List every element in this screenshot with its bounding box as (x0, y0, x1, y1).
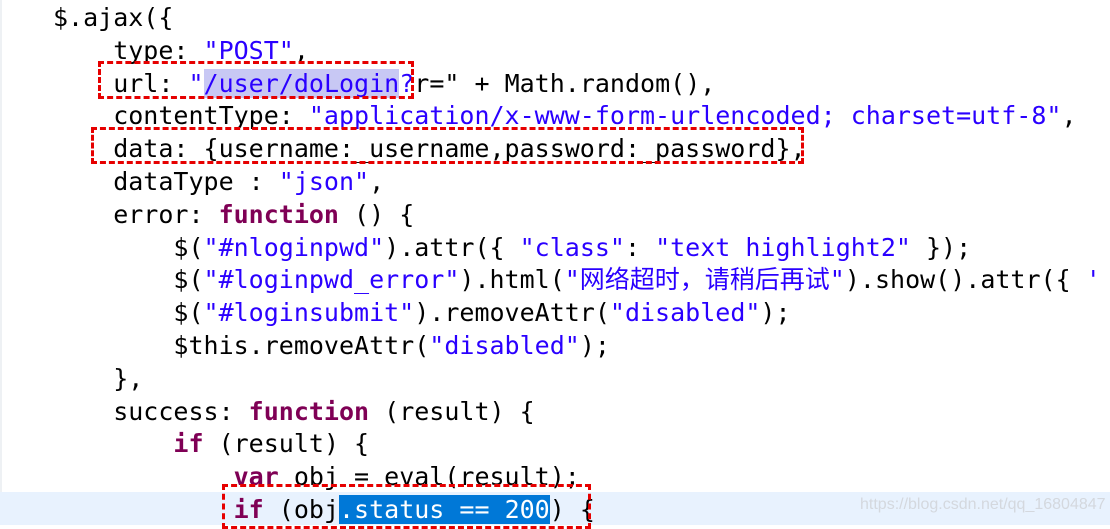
code-line[interactable]: data: {username:_username,password:_pass… (53, 133, 1101, 166)
code-token: $( (53, 265, 204, 295)
code-line[interactable]: $("#loginpwd_error").html("网络超时，请稍后再试").… (53, 264, 1101, 297)
string-token: " (188, 68, 204, 98)
code-token: obj = eval(result); (278, 462, 580, 492)
code-line[interactable]: url: "/user/doLogin?r=" + Math.random(), (53, 68, 1101, 101)
code-line[interactable]: dataType : "json", (53, 166, 1101, 199)
code-token: ).removeAttr( (414, 298, 610, 328)
code-line[interactable]: success: function (result) { (53, 396, 1101, 429)
code-line[interactable]: $("#nloginpwd").attr({ "class": "text hi… (53, 232, 1101, 265)
code-token: url: (53, 68, 189, 98)
code-line[interactable]: $("#loginsubmit").removeAttr("disabled")… (53, 297, 1101, 330)
string-token: "application/x-www-form-urlencoded; char… (308, 101, 1062, 131)
code-token: $.ajax({ (53, 3, 174, 32)
code-line[interactable]: var obj = eval(result); (53, 461, 1101, 494)
keyword-token: var (233, 462, 279, 492)
keyword-token: if (173, 429, 204, 459)
code-token: r=" + Math.random(), (414, 68, 716, 98)
selected-code-token: /user/doLogin (203, 68, 400, 98)
code-token: }); (910, 232, 972, 262)
string-token: "网络超时，请稍后再试" (564, 265, 845, 295)
code-token: $( (53, 298, 204, 328)
string-token: "text highlight2" (655, 232, 911, 262)
code-token: () { (339, 199, 415, 229)
code-line[interactable]: $.ajax({ (53, 2, 1101, 35)
string-token: "class" (519, 232, 625, 262)
code-token: ).attr({ (384, 232, 520, 262)
code-token: ) { (549, 494, 595, 524)
string-token: ? (399, 68, 415, 98)
code-token: (obj (263, 494, 339, 524)
code-token: $this.removeAttr( (53, 330, 430, 360)
code-token: ).show().attr({ (844, 265, 1086, 295)
code-lines[interactable]: $.ajax({ type: "POST", url: "/user/doLog… (53, 2, 1101, 527)
string-token: ' (1085, 265, 1101, 295)
code-line[interactable]: error: function () { (53, 199, 1101, 232)
string-token: "disabled" (429, 330, 580, 360)
editor-left-edge (0, 0, 2, 525)
code-token: ); (579, 330, 610, 360)
code-token: dataType : (53, 166, 279, 196)
code-token: (result) { (203, 429, 370, 459)
code-line[interactable]: $this.removeAttr("disabled"); (53, 330, 1101, 363)
string-token: "POST" (203, 35, 294, 65)
code-token: , (369, 166, 385, 196)
code-line[interactable]: contentType: "application/x-www-form-url… (53, 100, 1101, 133)
code-editor[interactable]: $.ajax({ type: "POST", url: "/user/doLog… (0, 0, 1110, 529)
code-line[interactable]: type: "POST", (53, 35, 1101, 68)
code-line[interactable]: }, (53, 363, 1101, 396)
keyword-token: function (248, 396, 370, 426)
string-token: "json" (278, 166, 370, 196)
code-token: , (1061, 101, 1077, 131)
watermark: https://blog.csdn.net/qq_16804847 (860, 496, 1106, 513)
code-token: data: {username:_username,password:_pass… (53, 134, 806, 164)
code-token: , (293, 35, 309, 65)
code-line[interactable]: if (result) { (53, 428, 1101, 461)
code-token: : (624, 232, 656, 262)
string-token: "disabled" (609, 298, 761, 328)
code-token: ); (760, 298, 791, 328)
code-token: contentType: (53, 101, 309, 131)
selected-code-token: .status == 200 (339, 494, 550, 524)
code-token: ).html( (459, 265, 565, 295)
keyword-token: function (218, 199, 339, 229)
code-token: }, (53, 363, 144, 393)
code-token: $( (53, 232, 204, 262)
code-token: (result) { (369, 396, 535, 426)
code-token: error: (53, 199, 219, 229)
string-token: "#loginsubmit" (203, 298, 415, 328)
code-token: type: (53, 35, 204, 65)
keyword-token: if (233, 494, 264, 524)
string-token: "#nloginpwd" (203, 232, 385, 262)
code-token: success: (53, 396, 249, 426)
string-token: "#loginpwd_error" (203, 265, 460, 295)
